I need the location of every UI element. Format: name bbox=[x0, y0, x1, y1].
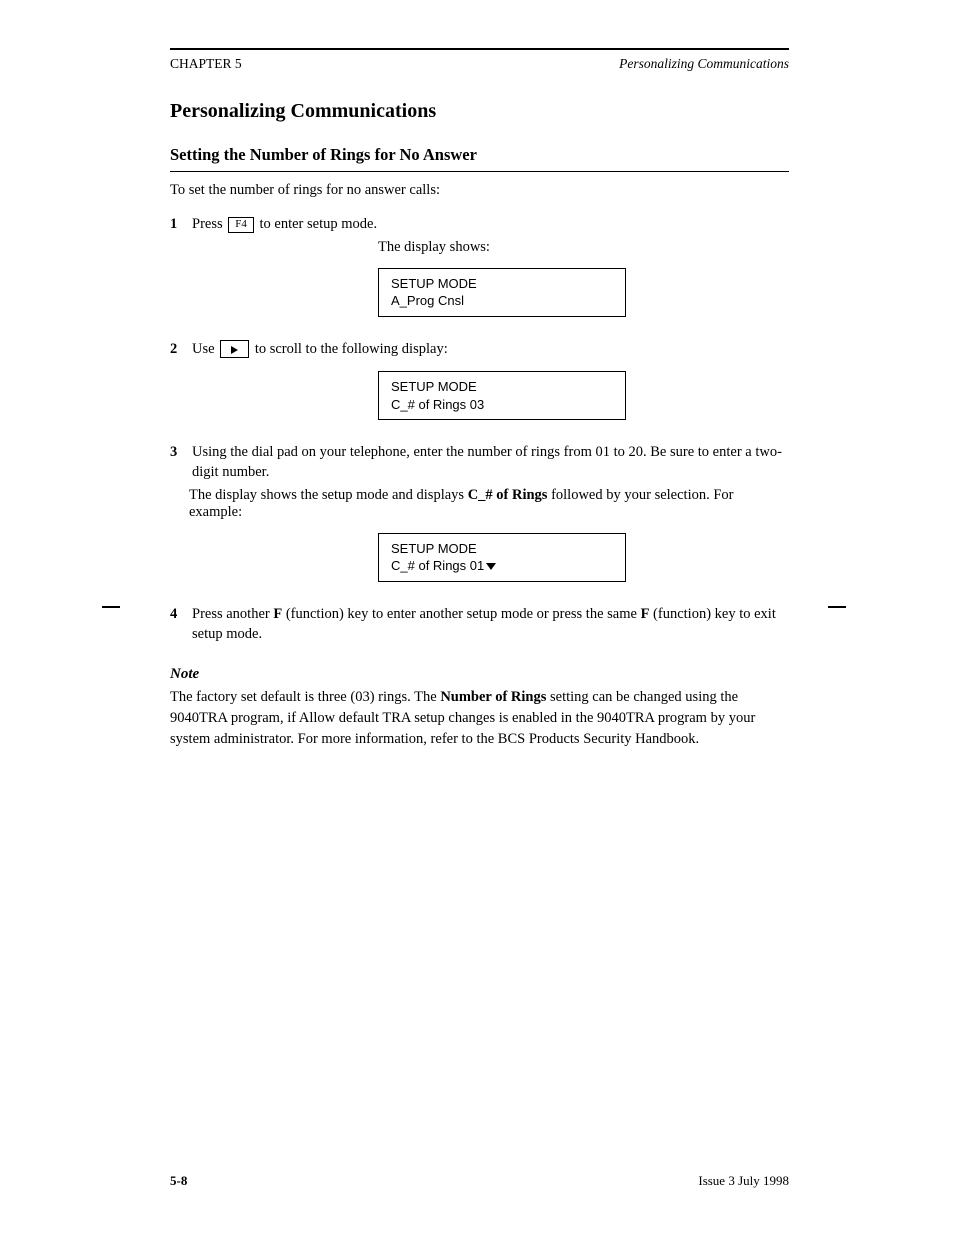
step-2: 2 Use to scroll to the following display… bbox=[170, 339, 789, 359]
note-heading: Note bbox=[170, 666, 789, 683]
step-4: 4 Press another F (function) key to ente… bbox=[170, 604, 789, 645]
header-chapter: CHAPTER 5 bbox=[170, 56, 242, 72]
step-number: 3 bbox=[170, 442, 184, 462]
lcd-line: A_Prog Cnsl bbox=[391, 292, 613, 310]
note-block: Note The factory set default is three (0… bbox=[170, 666, 789, 749]
lcd-display-3: SETUP MODE C_# of Rings 01 bbox=[378, 533, 626, 582]
page-footer: 5-8 Issue 3 July 1998 bbox=[170, 1173, 789, 1189]
step-2-text: Use to scroll to the following display: bbox=[192, 339, 448, 359]
note-body: The factory set default is three (03) ri… bbox=[170, 687, 789, 749]
lcd-line: C_# of Rings 03 bbox=[391, 396, 613, 414]
step-number: 1 bbox=[170, 214, 184, 234]
lcd-display-1: SETUP MODE A_Prog Cnsl bbox=[378, 268, 626, 317]
arrow-right-icon bbox=[231, 343, 238, 355]
page-number: 5-8 bbox=[170, 1173, 187, 1189]
lcd-line: SETUP MODE bbox=[391, 378, 613, 396]
display-caption-1: The display shows: bbox=[378, 239, 789, 256]
lcd-line: C_# of Rings 01 bbox=[391, 557, 613, 575]
page-header: CHAPTER 5 Personalizing Communications bbox=[170, 56, 789, 72]
step-1-text: Press F4 to enter setup mode. bbox=[192, 214, 377, 234]
issue-date: Issue 3 July 1998 bbox=[698, 1173, 789, 1189]
lcd-line: SETUP MODE bbox=[391, 275, 613, 293]
step-3: 3 Using the dial pad on your telephone, … bbox=[170, 442, 789, 483]
display-caption-3: The display shows the setup mode and dis… bbox=[189, 487, 789, 521]
section-title: Personalizing Communications bbox=[170, 100, 789, 123]
key-next-icon bbox=[220, 340, 249, 358]
caret-down-icon bbox=[484, 558, 496, 573]
step-1: 1 Press F4 to enter setup mode. bbox=[170, 214, 789, 234]
subsection-title: Setting the Number of Rings for No Answe… bbox=[170, 145, 789, 165]
lcd-display-2: SETUP MODE C_# of Rings 03 bbox=[378, 371, 626, 420]
intro-text: To set the number of rings for no answer… bbox=[170, 180, 789, 200]
step-number: 4 bbox=[170, 604, 184, 624]
key-f4-icon: F4 bbox=[228, 217, 254, 233]
step-3-text: Using the dial pad on your telephone, en… bbox=[192, 442, 789, 483]
header-title: Personalizing Communications bbox=[619, 56, 789, 72]
lcd-line: SETUP MODE bbox=[391, 540, 613, 558]
step-4-text: Press another F (function) key to enter … bbox=[192, 604, 789, 645]
step-number: 2 bbox=[170, 339, 184, 359]
